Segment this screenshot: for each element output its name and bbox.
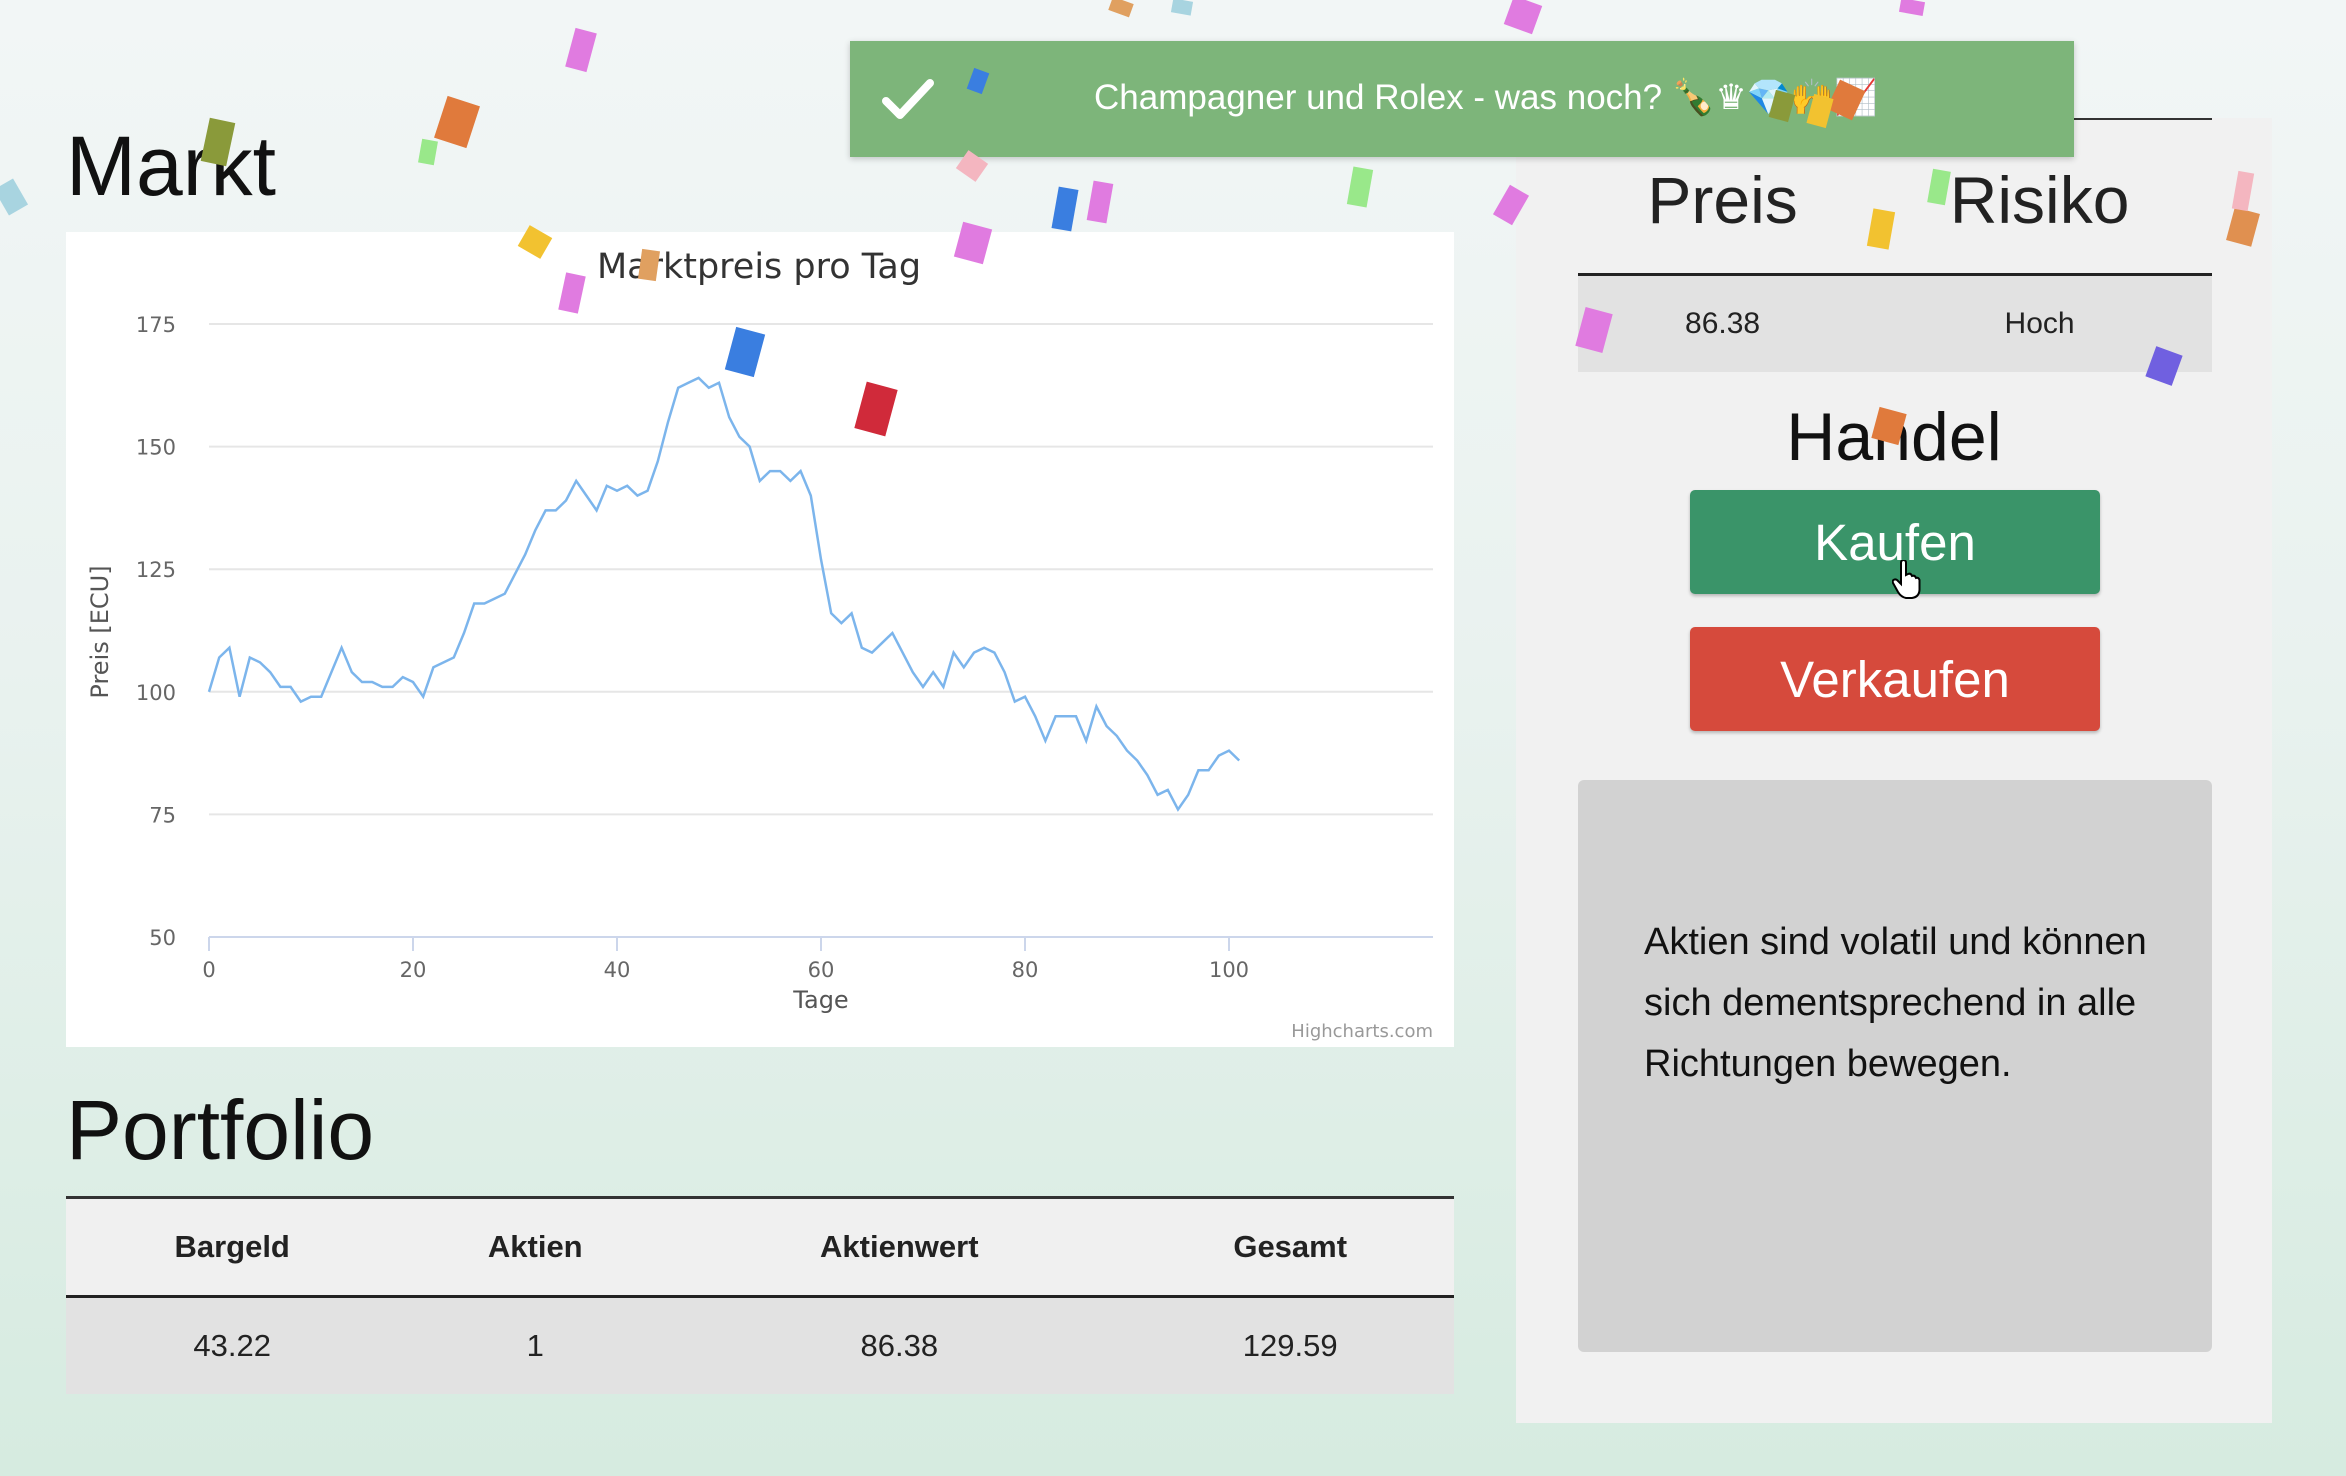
- y-tick-label: 125: [136, 558, 176, 582]
- y-tick-label: 100: [136, 681, 176, 705]
- confetti-piece: [0, 178, 29, 216]
- chart-axes: 50 75 100 125 150 175 0 20 40 60 80 100: [136, 313, 1433, 982]
- price-series-line: [207, 376, 1241, 812]
- markt-title: Markt: [66, 119, 276, 213]
- value-preis: 86.38: [1578, 274, 1868, 372]
- portfolio-header-row: Bargeld Aktien Aktienwert Gesamt: [66, 1196, 1454, 1298]
- y-tick-label: 50: [149, 926, 176, 950]
- x-tick-label: 60: [808, 958, 835, 982]
- table-row: 86.38 Hoch: [1578, 274, 2212, 372]
- confetti-piece: [1170, 0, 1194, 16]
- header-aktien: Aktien: [398, 1196, 673, 1298]
- info-text: Aktien sind volatil und können sich deme…: [1644, 921, 2147, 1085]
- sell-button[interactable]: Verkaufen: [1690, 627, 2100, 731]
- x-tick-label: 100: [1209, 958, 1249, 982]
- confetti-piece: [1503, 0, 1543, 35]
- chart-credit-link[interactable]: Highcharts.com: [1291, 1021, 1433, 1042]
- value-gesamt: 129.59: [1126, 1296, 1454, 1394]
- confetti-piece: [1086, 180, 1114, 224]
- value-aktien: 1: [398, 1296, 673, 1394]
- confetti-piece: [1898, 0, 1926, 16]
- header-aktienwert: Aktienwert: [672, 1196, 1127, 1298]
- portfolio-table: Bargeld Aktien Aktienwert Gesamt 43.22 1…: [66, 1196, 1454, 1394]
- value-bargeld: 43.22: [66, 1296, 399, 1394]
- chart-grid: [209, 323, 1433, 816]
- table-row: 43.22 1 86.38 129.59: [66, 1296, 1454, 1394]
- x-tick-label: 0: [202, 958, 215, 982]
- header-gesamt: Gesamt: [1126, 1196, 1454, 1298]
- y-tick-label: 150: [136, 436, 176, 460]
- x-tick-label: 20: [400, 958, 427, 982]
- checkmark-icon: [882, 79, 934, 119]
- x-tick-label: 40: [604, 958, 631, 982]
- price-chart: 50 75 100 125 150 175 0 20 40 60 80 100 Marktpreis …: [66, 232, 1454, 1047]
- x-axis-label: Tage: [792, 986, 848, 1014]
- info-box: Aktien sind volatil und können sich deme…: [1578, 780, 2212, 1352]
- hand-cursor-icon: [1892, 560, 1921, 599]
- confetti-piece: [1346, 166, 1374, 208]
- value-aktienwert: 86.38: [672, 1296, 1127, 1394]
- portfolio-title: Portfolio: [66, 1083, 375, 1177]
- confetti-piece: [1108, 0, 1134, 18]
- toast-message: Champagner und Rolex - was noch? 🍾♛💎🙌📈: [1094, 78, 1878, 117]
- confetti-piece: [1051, 186, 1079, 232]
- header-bargeld: Bargeld: [66, 1196, 399, 1298]
- success-toast: Champagner und Rolex - was noch? 🍾♛💎🙌📈: [850, 41, 2074, 157]
- x-tick-label: 80: [1012, 958, 1039, 982]
- y-tick-label: 75: [149, 803, 176, 827]
- price-chart-svg: 50751001251501750 20 40 60 80 100 Marktpreis …: [86, 247, 1433, 1042]
- confetti-piece: [434, 95, 480, 149]
- confetti-piece: [565, 27, 597, 73]
- confetti-piece: [418, 138, 438, 166]
- trade-panel: Preis Risiko 86.38 Hoch Handel Kaufen Ve…: [1516, 118, 2272, 1423]
- y-axis-label: Preis [ECU]: [86, 565, 114, 698]
- y-tick-label: 175: [136, 313, 176, 337]
